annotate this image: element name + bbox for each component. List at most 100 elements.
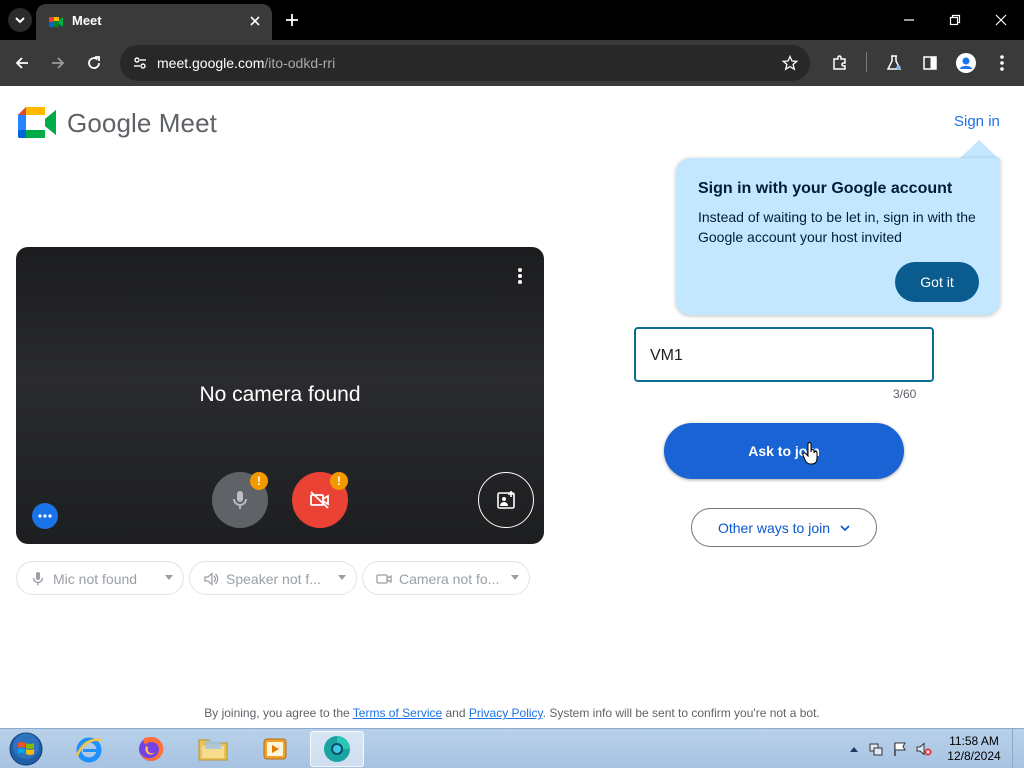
clock-time: 11:58 AM: [949, 734, 999, 748]
footer-suffix: . System info will be sent to confirm yo…: [542, 706, 820, 720]
minimize-button[interactable]: [896, 8, 922, 32]
privacy-policy-link[interactable]: Privacy Policy: [469, 706, 543, 720]
profile-button[interactable]: [954, 51, 978, 75]
brand-title: Google Meet: [67, 108, 217, 138]
address-bar[interactable]: meet.google.com/ito-odkd-rri: [120, 45, 810, 81]
extensions-button[interactable]: [828, 51, 852, 75]
more-vert-icon: [1000, 55, 1004, 71]
url-host: meet.google.com: [157, 55, 265, 71]
back-button[interactable]: [10, 51, 34, 75]
side-panel-button[interactable]: [918, 51, 942, 75]
arrow-right-icon: [52, 57, 65, 69]
name-char-counter: 3/60: [893, 387, 917, 401]
mic-device-select[interactable]: Mic not found: [16, 561, 184, 595]
speaker-device-label: Speaker not f...: [226, 571, 321, 587]
minimize-icon: [904, 19, 914, 21]
taskbar-firefox[interactable]: [124, 731, 178, 767]
effects-icon: [497, 491, 515, 509]
footer-prefix: By joining, you agree to the: [204, 706, 353, 720]
mic-icon: [233, 491, 247, 509]
footer-and: and: [442, 706, 469, 720]
speaker-icon: [202, 570, 220, 588]
star-icon: [782, 55, 798, 71]
tab-close-button[interactable]: [246, 12, 264, 30]
reload-icon: [88, 56, 100, 69]
account-icon: [956, 53, 976, 73]
sign-in-link[interactable]: Sign in: [954, 113, 1000, 130]
taskbar-file-explorer[interactable]: [186, 731, 240, 767]
mic-icon: [29, 570, 47, 588]
chevron-down-icon: [15, 17, 25, 24]
tune-icon: [134, 57, 146, 69]
name-field[interactable]: [634, 327, 934, 382]
caret-down-icon: [511, 575, 519, 580]
more-options-button[interactable]: [32, 503, 58, 529]
ask-to-join-button[interactable]: Ask to join: [664, 423, 904, 479]
start-button[interactable]: [6, 731, 46, 767]
tab-title: Meet: [72, 13, 102, 28]
plus-icon: [286, 14, 298, 26]
more-vert-icon: [518, 268, 522, 284]
meet-logo-icon: [18, 107, 56, 138]
sign-in-tooltip: Sign in with your Google account Instead…: [676, 158, 1000, 315]
close-window-button[interactable]: [988, 8, 1014, 32]
other-ways-to-join-button[interactable]: Other ways to join: [691, 508, 877, 547]
taskbar-internet-explorer[interactable]: [62, 731, 116, 767]
show-desktop-button[interactable]: [1012, 729, 1024, 768]
bookmark-button[interactable]: [780, 53, 800, 73]
windows-start-orb-icon: [9, 732, 43, 766]
got-it-button[interactable]: Got it: [895, 262, 979, 302]
browser-toolbar: meet.google.com/ito-odkd-rri: [0, 40, 1024, 86]
tab-search-button[interactable]: [8, 8, 32, 32]
visual-effects-button[interactable]: [478, 472, 534, 528]
browser-menu-button[interactable]: [990, 51, 1014, 75]
browser-tab-meet[interactable]: Meet: [36, 4, 272, 40]
internet-explorer-icon: [75, 737, 102, 763]
hand-cursor-icon: [802, 442, 818, 465]
terms-of-service-link[interactable]: Terms of Service: [353, 706, 442, 720]
camera-device-select[interactable]: Camera not fo...: [362, 561, 530, 595]
taskbar-active-app[interactable]: [310, 731, 364, 767]
browser-tabstrip: Meet: [0, 0, 1024, 40]
screen: { "browser": { "tab": { "title": "Meet" …: [0, 0, 1024, 768]
chevron-down-icon: [840, 524, 850, 531]
firefox-icon: [139, 736, 164, 761]
media-player-icon: [263, 738, 287, 760]
url-path: /ito-odkd-rri: [264, 55, 336, 71]
taskbar-media-player[interactable]: [248, 731, 302, 767]
meet-favicon-icon: [49, 17, 63, 27]
site-info-button[interactable]: [130, 53, 150, 73]
name-input[interactable]: [650, 345, 920, 367]
reload-button[interactable]: [82, 51, 106, 75]
new-tab-button[interactable]: [282, 10, 302, 30]
url-text: meet.google.com/ito-odkd-rri: [157, 55, 335, 71]
caret-down-icon: [338, 575, 346, 580]
tooltip-body: Instead of waiting to be let in, sign in…: [698, 209, 976, 245]
tray-volume-icon[interactable]: [916, 741, 932, 757]
puzzle-icon: [833, 55, 846, 70]
clock-date: 12/8/2024: [947, 749, 1001, 763]
videocam-icon: [375, 570, 393, 588]
chrome-app-icon: [324, 736, 350, 762]
labs-button[interactable]: [882, 51, 906, 75]
forward-button[interactable]: [46, 51, 70, 75]
preview-options-button[interactable]: [510, 265, 530, 287]
legal-footer: By joining, you agree to the Terms of Se…: [0, 706, 1024, 720]
caret-down-icon: [165, 575, 173, 580]
close-icon: [995, 14, 1007, 26]
camera-warning-badge: !: [330, 472, 348, 490]
volume-muted-icon: [916, 742, 932, 756]
chevron-up-icon: [850, 747, 858, 752]
speaker-device-select[interactable]: Speaker not f...: [189, 561, 357, 595]
toolbar-separator: [866, 52, 867, 72]
no-camera-message: No camera found: [199, 383, 361, 406]
taskbar-clock[interactable]: 11:58 AM 12/8/2024: [940, 734, 1008, 764]
restore-button[interactable]: [942, 8, 968, 32]
tooltip-arrow: [958, 140, 1000, 160]
mic-device-label: Mic not found: [53, 571, 138, 587]
tray-network-icon[interactable]: [868, 741, 884, 757]
restore-icon: [949, 14, 961, 26]
show-hidden-icons-button[interactable]: [846, 741, 862, 757]
tray-action-center-icon[interactable]: [892, 741, 908, 757]
video-preview: No camera found ! !: [16, 247, 544, 544]
